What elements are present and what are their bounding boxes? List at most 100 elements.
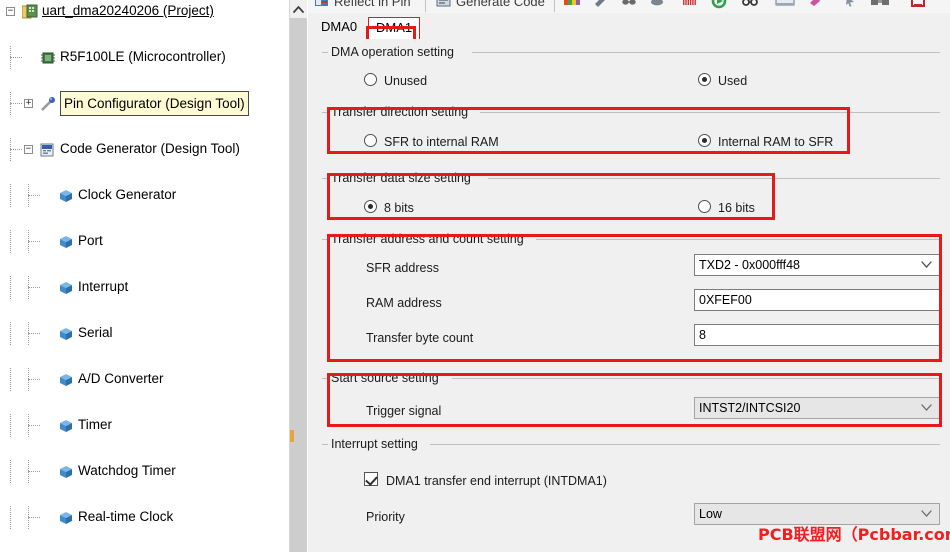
radio-dma-unused[interactable] — [364, 73, 377, 86]
tree-item-label: Interrupt — [78, 279, 129, 294]
tree-item-label: R5F100LE (Microcontroller) — [60, 49, 226, 64]
group-transfer-data-size: Transfer data size setting 8 bits 16 bit… — [322, 171, 940, 221]
project-tree[interactable]: − uart_dma20240206 (Project) R5F100LE (Mic… — [0, 0, 290, 552]
tree-item[interactable]: A/D Converter — [0, 368, 290, 391]
group-transfer-direction-caption: Transfer direction setting — [329, 105, 471, 119]
tree-item[interactable]: Timer — [0, 414, 290, 437]
label-transfer-byte-count: Transfer byte count — [366, 331, 474, 345]
group-start-source-caption: Start source setting — [329, 371, 441, 385]
paint-icon[interactable] — [808, 0, 824, 9]
chevron-down-icon[interactable] — [921, 398, 933, 418]
tree-item[interactable]: R5F100LE (Microcontroller) — [0, 46, 290, 69]
cube-blue-icon — [58, 372, 74, 388]
pin-tool-icon — [40, 96, 56, 112]
radio-dma-unused-label[interactable]: Unused — [384, 74, 427, 88]
chevron-down-icon[interactable] — [921, 255, 933, 275]
window-icon[interactable] — [775, 0, 795, 9]
tree-item-label: Pin Configurator (Design Tool) — [60, 91, 249, 116]
colors-icon[interactable] — [564, 0, 580, 9]
tree-item-label: Code Generator (Design Tool) — [60, 141, 240, 156]
input-ram-address[interactable]: 0XFEF00 — [694, 289, 940, 311]
radio-ram-to-sfr[interactable] — [698, 134, 711, 147]
label-sfr-address: SFR address — [366, 261, 439, 275]
tree-item[interactable]: − uart_dma20240206 (Project) — [0, 0, 290, 23]
radio-16-bits[interactable] — [698, 200, 711, 213]
tree-guide — [28, 425, 40, 426]
tree-item[interactable]: − Code Generator (Design Tool) — [0, 138, 290, 161]
run-icon[interactable] — [711, 0, 727, 9]
spectacles-icon[interactable] — [741, 0, 758, 9]
toolbar-separator-1 — [425, 0, 426, 12]
tree-guide — [28, 471, 40, 472]
radio-8-bits[interactable] — [364, 200, 377, 213]
radio-dma-used[interactable] — [698, 73, 711, 86]
tree-item[interactable]: Serial — [0, 322, 290, 345]
codegen-window: − uart_dma20240206 (Project) R5F100LE (Mic… — [0, 0, 950, 552]
group-dma-operation: DMA operation setting Unused Used — [322, 45, 940, 93]
radio-16-bits-label[interactable]: 16 bits — [718, 201, 755, 215]
cube-blue-icon — [58, 280, 74, 296]
group-start-source: Start source setting Trigger signal INTS… — [322, 371, 940, 427]
tree-guide — [10, 149, 22, 150]
pin-icon[interactable] — [593, 0, 609, 9]
scroll-marker — [290, 430, 294, 442]
radio-dma-used-label[interactable]: Used — [718, 74, 747, 88]
input-transfer-byte-count[interactable]: 8 — [694, 324, 940, 346]
reflect-in-pin-icon[interactable] — [314, 0, 330, 9]
checkbox-transfer-end-interrupt[interactable] — [364, 472, 378, 486]
tree-item[interactable]: Clock Generator — [0, 184, 290, 207]
collapse-icon[interactable]: − — [24, 145, 33, 154]
tree-item-label: uart_dma20240206 (Project) — [42, 3, 214, 18]
label-ram-address: RAM address — [366, 296, 442, 310]
chip-icon — [40, 50, 56, 66]
tree-guide — [10, 230, 11, 253]
dma-settings-pane: Reflect in Pin Generate Code DMA0 DMA1 D… — [308, 0, 950, 552]
cloud-icon[interactable] — [649, 0, 665, 9]
tree-item[interactable]: + Pin Configurator (Design Tool) — [0, 91, 290, 116]
group-interrupt-caption: Interrupt setting — [329, 437, 420, 451]
group-transfer-address: Transfer address and count setting SFR a… — [322, 232, 940, 362]
combo-sfr-address[interactable]: TXD2 - 0x000fff48 — [694, 254, 940, 276]
tree-item[interactable]: Real-time Clock — [0, 506, 290, 529]
dma-tabs[interactable]: DMA0 DMA1 — [308, 13, 950, 56]
tree-guide — [10, 57, 22, 58]
tree-item-label: Serial — [78, 325, 113, 340]
tree-guide — [10, 368, 11, 391]
tree-guide — [28, 287, 40, 288]
tree-guide — [10, 103, 22, 104]
group-dma-operation-caption: DMA operation setting — [329, 45, 456, 59]
reflect-in-pin-label[interactable]: Reflect in Pin — [334, 0, 411, 9]
binoculars-icon[interactable] — [870, 0, 889, 9]
combo-sfr-address-value: TXD2 - 0x000fff48 — [699, 258, 800, 272]
radio-sfr-to-ram-label[interactable]: SFR to internal RAM — [384, 135, 499, 149]
tree-item-label: Clock Generator — [78, 187, 177, 202]
radio-ram-to-sfr-label[interactable]: Internal RAM to SFR — [718, 135, 833, 149]
tree-vertical-scrollbar[interactable] — [289, 0, 307, 552]
tree-guide — [10, 322, 11, 345]
scroll-up-icon[interactable] — [290, 0, 307, 18]
radio-8-bits-label[interactable]: 8 bits — [384, 201, 414, 215]
combo-priority-value: Low — [699, 507, 722, 521]
checkbox-transfer-end-interrupt-label[interactable]: DMA1 transfer end interrupt (INTDMA1) — [386, 474, 607, 488]
radio-sfr-to-ram[interactable] — [364, 134, 377, 147]
label-priority: Priority — [366, 510, 405, 524]
tab-dma0[interactable]: DMA0 — [314, 17, 364, 38]
glasses-icon[interactable] — [621, 0, 637, 9]
toolbar[interactable]: Reflect in Pin Generate Code — [308, 0, 950, 14]
tree-item[interactable]: Watchdog Timer — [0, 460, 290, 483]
tree-item[interactable]: Interrupt — [0, 276, 290, 299]
generate-code-icon[interactable] — [436, 0, 452, 9]
cube-blue-icon — [58, 234, 74, 250]
barcode-icon[interactable] — [682, 0, 698, 9]
tree-guide — [10, 460, 11, 483]
settings-content: DMA operation setting Unused Used Transf… — [308, 39, 950, 552]
collapse-icon[interactable]: − — [6, 7, 15, 16]
label-trigger-signal: Trigger signal — [366, 404, 442, 418]
tree-item[interactable]: Port — [0, 230, 290, 253]
pointer-icon[interactable] — [842, 0, 858, 9]
expand-icon[interactable]: + — [24, 99, 33, 108]
combo-trigger-signal[interactable]: INTST2/INTCSI20 — [694, 397, 940, 419]
stop-icon[interactable] — [910, 0, 926, 9]
generate-code-label[interactable]: Generate Code — [456, 0, 545, 9]
tree-item-label: A/D Converter — [78, 371, 164, 386]
